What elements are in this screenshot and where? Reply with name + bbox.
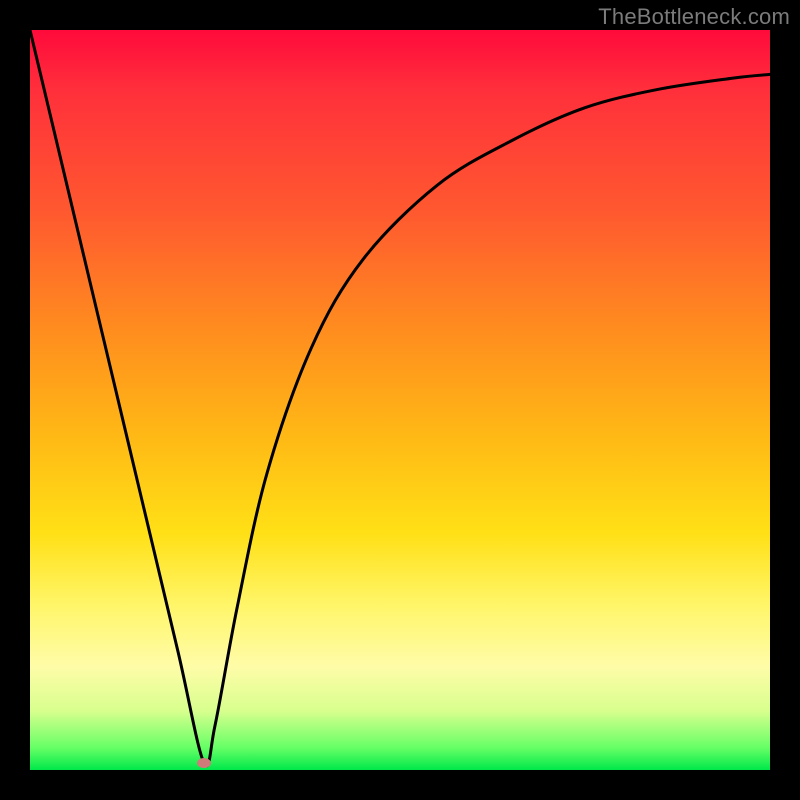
- optimal-point-marker: [197, 758, 211, 768]
- chart-frame: TheBottleneck.com: [0, 0, 800, 800]
- plot-area: [30, 30, 770, 770]
- watermark-text: TheBottleneck.com: [598, 4, 790, 30]
- bottleneck-curve: [30, 30, 770, 770]
- curve-path: [30, 30, 770, 766]
